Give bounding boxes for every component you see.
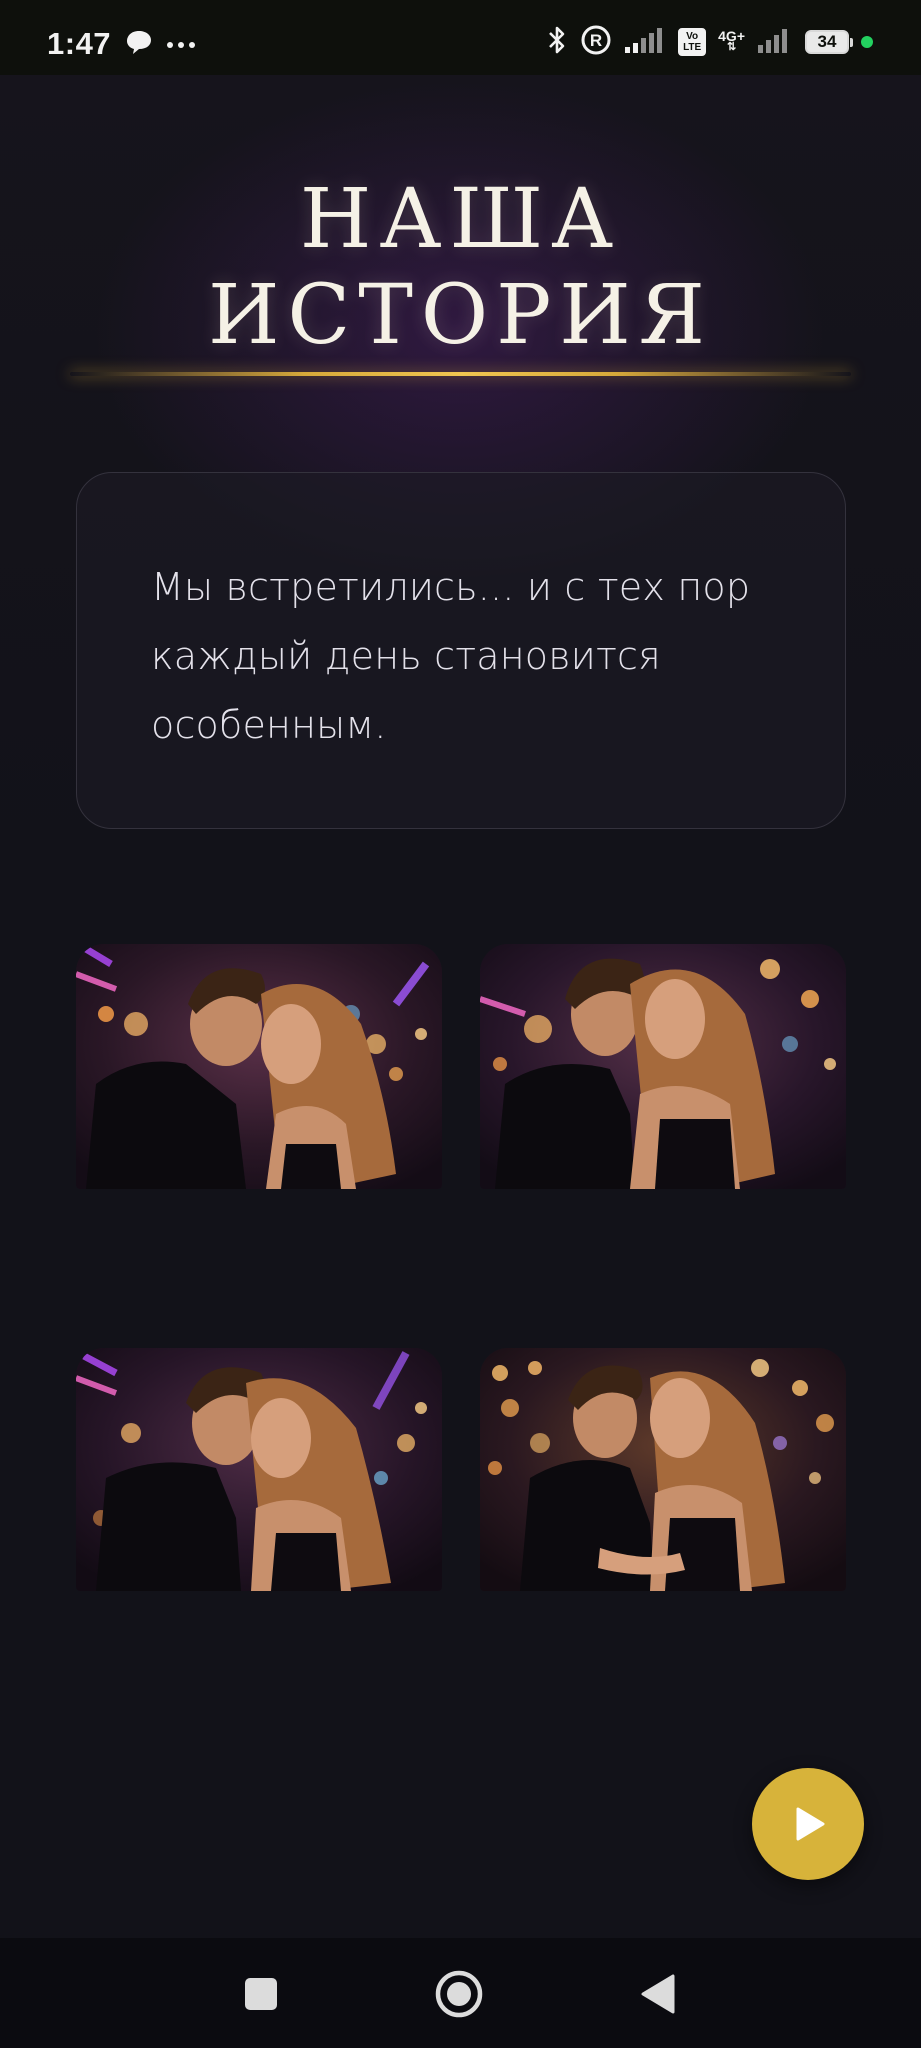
page-title-line2: ИСТОРИЯ xyxy=(207,268,714,363)
volte-icon: Vo LTE xyxy=(678,28,707,56)
home-circle-icon xyxy=(435,1970,483,2018)
status-bar: 1:47 R Vo LTE 4G+ ⇅ 34 xyxy=(0,0,921,75)
recents-button[interactable] xyxy=(231,1964,291,2024)
title-divider xyxy=(70,372,851,376)
back-button[interactable] xyxy=(628,1964,688,2024)
page-title: НАША ИСТОРИЯ xyxy=(0,172,921,364)
square-icon xyxy=(245,1978,277,2010)
status-left-icons xyxy=(124,28,196,60)
recording-dot-icon xyxy=(861,36,873,48)
bluetooth-icon xyxy=(546,24,568,60)
signal-icon xyxy=(624,26,666,58)
app-screen: 1:47 R Vo LTE 4G+ ⇅ 34 НАША ИСТОРИЯ Мы в… xyxy=(0,0,921,2048)
home-button[interactable] xyxy=(429,1964,489,2024)
photo-couple-close[interactable] xyxy=(76,1348,442,1591)
data-arrows-icon: ⇅ xyxy=(726,41,737,53)
status-right-icons: R Vo LTE 4G+ ⇅ 34 xyxy=(546,24,873,60)
battery-level: 34 xyxy=(817,32,837,51)
photo-couple-smile[interactable] xyxy=(480,944,846,1189)
navigation-bar xyxy=(0,1938,921,2048)
play-button[interactable] xyxy=(752,1768,864,1880)
page-title-line1: НАША xyxy=(299,172,622,267)
story-text: Мы встретились... и с тех пор каждый ден… xyxy=(151,565,751,747)
status-time: 1:47 xyxy=(47,26,112,61)
signal-icon xyxy=(757,26,793,58)
more-dots-icon xyxy=(166,35,196,54)
chat-bubble-icon xyxy=(124,28,154,60)
play-icon xyxy=(796,1807,825,1841)
back-triangle-icon xyxy=(641,1974,675,2014)
svg-text:R: R xyxy=(590,31,602,50)
battery-icon: 34 xyxy=(805,30,853,54)
network-4g-icon: 4G+ ⇅ xyxy=(718,29,745,53)
registered-icon: R xyxy=(580,24,612,60)
photo-couple-kiss[interactable] xyxy=(76,944,442,1189)
story-card: Мы встретились... и с тех пор каждый ден… xyxy=(76,472,846,829)
photo-couple-embrace[interactable] xyxy=(480,1348,846,1591)
